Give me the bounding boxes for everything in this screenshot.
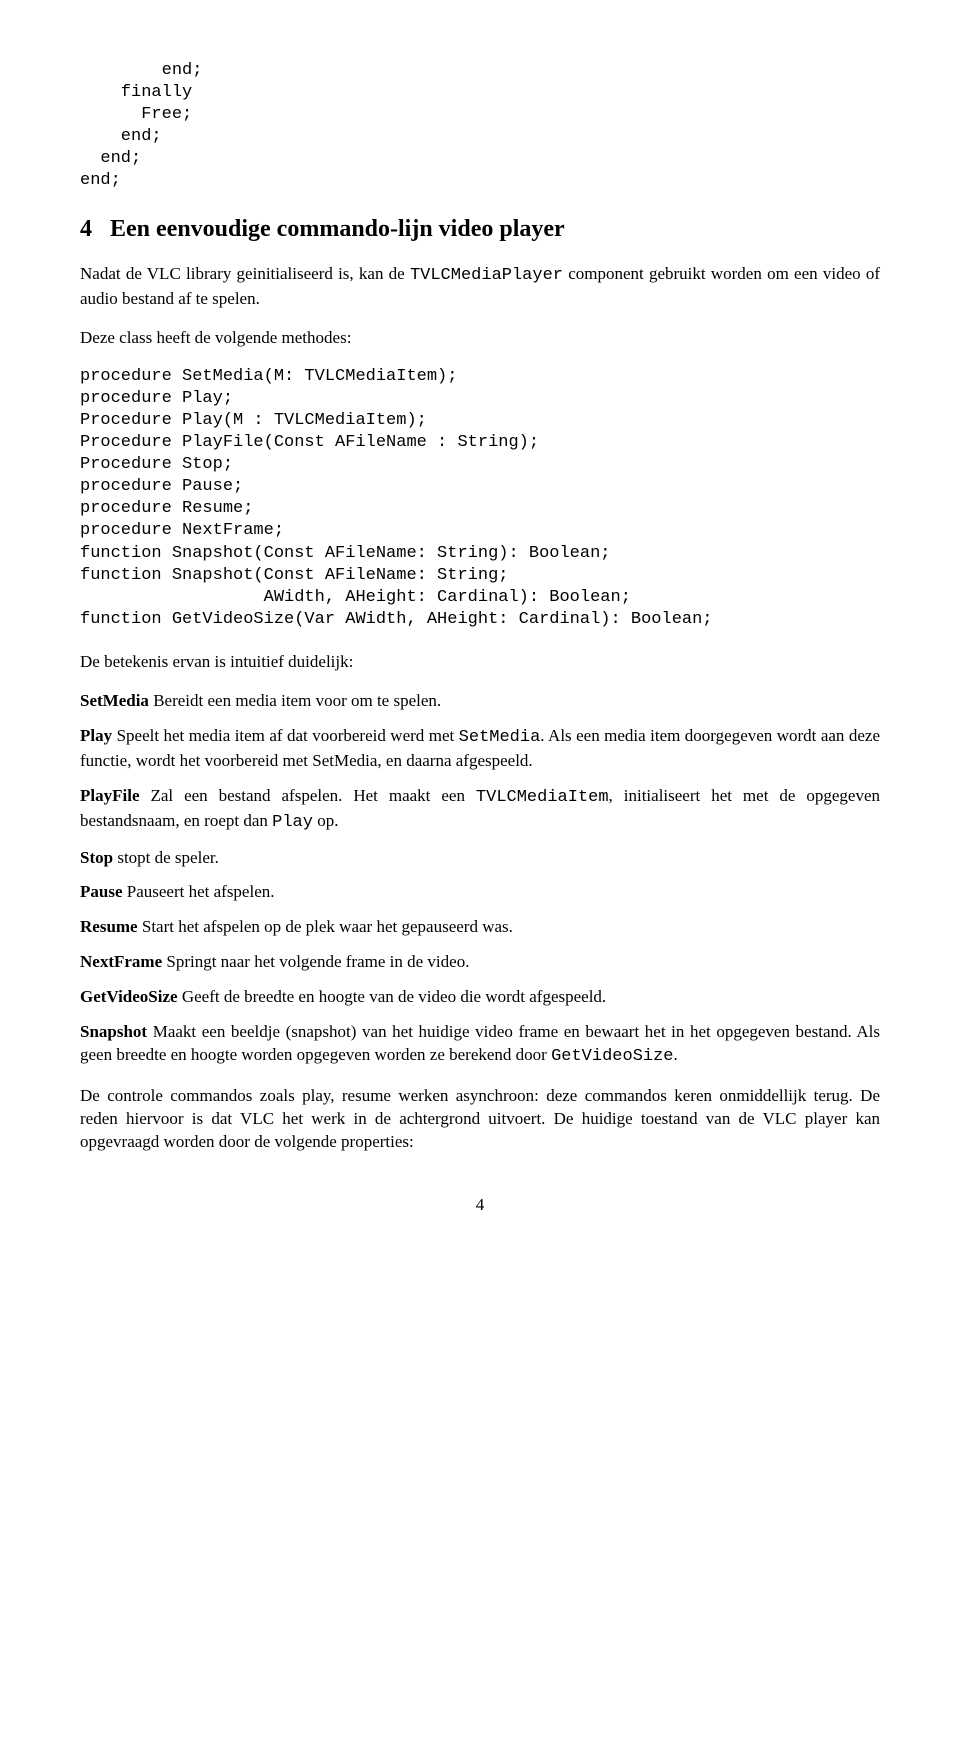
section-heading: 4 Een eenvoudige commando-lijn video play… <box>80 213 880 245</box>
inline-code: Play <box>272 813 313 832</box>
def-resume: Resume Start het afspelen op de plek waa… <box>80 916 880 939</box>
def-playfile: PlayFile Zal een bestand afspelen. Het m… <box>80 785 880 835</box>
def-text: Geeft de breedte en hoogte van de video … <box>182 987 606 1006</box>
def-text: Bereidt een media item voor om te spelen… <box>153 691 441 710</box>
inline-code: TVLCMediaPlayer <box>410 266 563 285</box>
def-getvideosize: GetVideoSize Geeft de breedte en hoogte … <box>80 986 880 1009</box>
term: Snapshot <box>80 1022 147 1041</box>
code-block-top: end; finally Free; end; end; end; <box>80 60 880 193</box>
inline-code: SetMedia <box>459 728 541 747</box>
term: Stop <box>80 848 113 867</box>
def-snapshot: Snapshot Maakt een beeldje (snapshot) va… <box>80 1021 880 1069</box>
paragraph-meaning: De betekenis ervan is intuitief duidelij… <box>80 651 880 674</box>
term: NextFrame <box>80 952 162 971</box>
term: Resume <box>80 917 138 936</box>
term: Pause <box>80 882 123 901</box>
inline-code: GetVideoSize <box>551 1047 673 1066</box>
code-block-methods: procedure SetMedia(M: TVLCMediaItem); pr… <box>80 366 880 631</box>
term: PlayFile <box>80 786 139 805</box>
def-text: Start het afspelen op de plek waar het g… <box>142 917 513 936</box>
page-number: 4 <box>80 1194 880 1217</box>
paragraph-closing: De controle commandos zoals play, resume… <box>80 1085 880 1154</box>
section-title: Een eenvoudige commando-lijn video playe… <box>110 216 565 242</box>
def-pause: Pause Pauseert het afspelen. <box>80 881 880 904</box>
def-play: Play Speelt het media item af dat voorbe… <box>80 725 880 773</box>
paragraph-intro: Nadat de VLC library geinitialiseerd is,… <box>80 263 880 311</box>
inline-code: TVLCMediaItem <box>476 788 609 807</box>
def-text: Pauseert het afspelen. <box>127 882 275 901</box>
def-text: stopt de speler. <box>117 848 219 867</box>
term: Play <box>80 726 112 745</box>
definition-list: SetMedia Bereidt een media item voor om … <box>80 690 880 1069</box>
term: GetVideoSize <box>80 987 178 1006</box>
def-setmedia: SetMedia Bereidt een media item voor om … <box>80 690 880 713</box>
def-text: Springt naar het volgende frame in de vi… <box>166 952 469 971</box>
def-nextframe: NextFrame Springt naar het volgende fram… <box>80 951 880 974</box>
def-stop: Stop stopt de speler. <box>80 847 880 870</box>
term: SetMedia <box>80 691 149 710</box>
section-number: 4 <box>80 216 92 242</box>
paragraph-intro2: Deze class heeft de volgende methodes: <box>80 327 880 350</box>
